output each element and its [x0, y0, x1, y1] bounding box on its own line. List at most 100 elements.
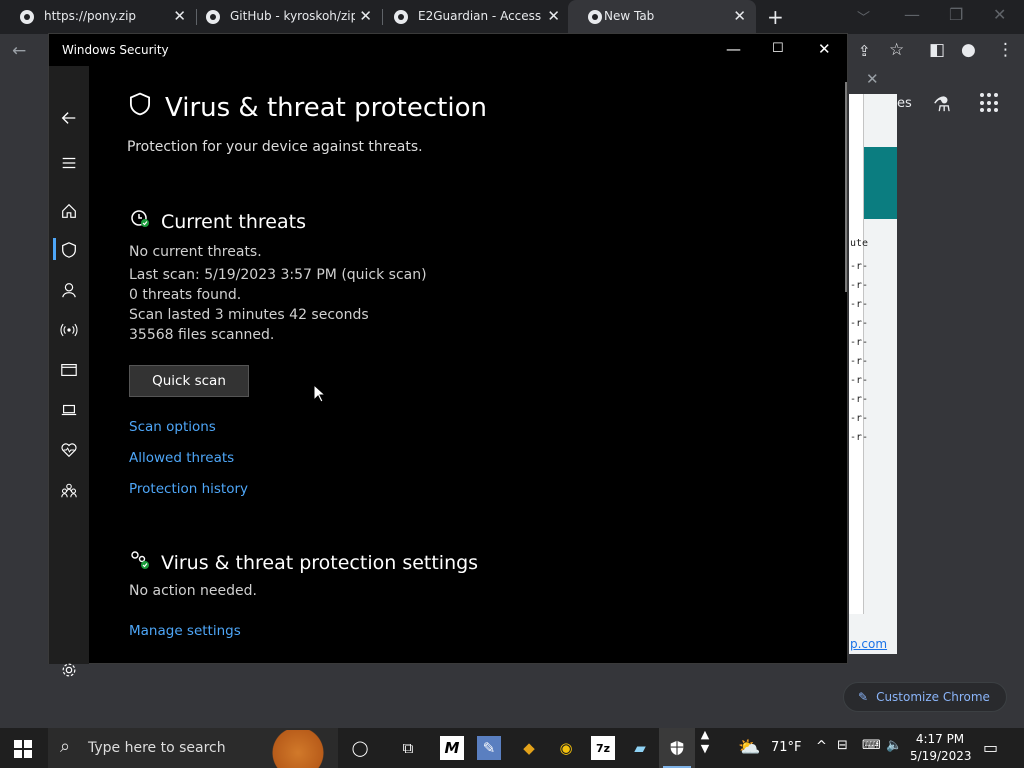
column-header-fragment: ute [850, 238, 869, 249]
row-fragment: -r- [850, 356, 869, 367]
weather-temperature[interactable]: 71°F [771, 740, 802, 755]
task-view-icon[interactable]: ⧉ [396, 736, 420, 760]
shield-icon [670, 740, 684, 756]
hamburger-menu-icon[interactable] [49, 151, 89, 175]
globe-icon [20, 10, 34, 24]
tab-close-icon[interactable]: ✕ [359, 7, 372, 25]
profile-icon[interactable]: ● [961, 40, 976, 60]
row-fragment: -r- [850, 394, 869, 405]
pencil-icon: ✎ [858, 690, 869, 704]
labs-flask-icon[interactable]: ⚗ [933, 92, 951, 116]
quick-scan-button[interactable]: Quick scan [129, 365, 249, 397]
firewall-network-icon[interactable] [49, 318, 89, 342]
home-icon[interactable] [49, 199, 89, 223]
bookmark-star-icon[interactable]: ☆ [889, 40, 904, 60]
vertical-scrollbar[interactable] [845, 82, 847, 292]
input-device-icon[interactable]: ⌨ [862, 738, 881, 753]
allowed-threats-link[interactable]: Allowed threats [129, 450, 234, 466]
customize-chrome-button[interactable]: ✎ Customize Chrome [843, 682, 1007, 712]
close-icon[interactable]: ✕ [818, 40, 831, 58]
shortcut-label-fragment: es [897, 96, 912, 111]
protection-history-link[interactable]: Protection history [129, 481, 248, 497]
back-arrow-icon[interactable]: ← [12, 41, 26, 61]
tab-close-icon[interactable]: ✕ [547, 7, 560, 25]
device-security-laptop-icon[interactable] [49, 398, 89, 422]
archive-app-icon[interactable]: ◆ [517, 736, 541, 760]
row-fragment: -r- [850, 318, 869, 329]
row-fragment: -r- [850, 261, 869, 272]
side-link-fragment[interactable]: p.com [850, 637, 887, 651]
threat-status-text: No current threats. [129, 244, 262, 260]
scan-duration-text: Scan lasted 3 minutes 42 seconds [129, 307, 369, 323]
window-title: Windows Security [62, 43, 169, 57]
settings-status-text: No action needed. [129, 583, 257, 599]
teal-banner [864, 147, 897, 219]
tab-new-tab[interactable]: New Tab ✕ [568, 0, 756, 34]
cortana-circle-icon[interactable]: ◯ [348, 736, 372, 760]
globe-icon [394, 10, 408, 24]
side-panel-icon[interactable]: ◧ [929, 40, 945, 60]
tab-title: https://pony.zip [44, 9, 137, 23]
tab-pony-zip[interactable]: https://pony.zip ✕ [0, 0, 196, 34]
back-arrow-icon[interactable] [49, 106, 89, 130]
chrome-tab-bar: https://pony.zip ✕ GitHub - kyroskoh/zip… [0, 0, 1024, 34]
windows-security-taskbar-button[interactable] [659, 728, 695, 768]
chrome-icon [588, 10, 602, 24]
taskbar-search-box[interactable]: ⌕ Type here to search [48, 728, 338, 768]
menu-kebab-icon[interactable]: ⋮ [997, 40, 1014, 60]
settings-gear-icon[interactable] [49, 658, 89, 682]
search-highlight-illustration [263, 730, 333, 768]
search-icon: ⌕ [60, 736, 71, 757]
chrome-app-icon[interactable]: ◉ [554, 736, 578, 760]
device-health-heart-icon[interactable] [49, 438, 89, 462]
7zip-app-icon[interactable]: 7z [591, 736, 615, 760]
shield-icon[interactable] [49, 238, 89, 262]
weather-sun-cloud-icon[interactable]: ⛅ [738, 737, 760, 758]
show-hidden-icons-chevron-icon[interactable]: ^ [816, 739, 827, 754]
clock-time: 4:17 PM [915, 732, 965, 746]
notepad-app-icon[interactable]: ▰ [628, 736, 652, 760]
github-icon [206, 10, 220, 24]
tab-close-icon[interactable]: ✕ [173, 7, 186, 25]
file-list-strip [849, 94, 864, 614]
volume-muted-icon[interactable]: 🔈 [886, 738, 902, 753]
files-scanned-text: 35568 files scanned. [129, 327, 275, 343]
restore-icon[interactable]: ❐ [949, 5, 963, 24]
search-placeholder: Type here to search [88, 740, 226, 756]
network-icon[interactable]: ⊟ [837, 738, 848, 753]
close-icon[interactable]: ✕ [993, 5, 1006, 24]
scan-options-link[interactable]: Scan options [129, 419, 216, 435]
taskbar-scroll-arrows-icon[interactable]: ▲ ▼ [695, 728, 715, 755]
minimize-icon[interactable]: — [726, 40, 741, 58]
windows-start-icon[interactable] [14, 740, 32, 758]
tab-e2guardian[interactable]: E2Guardian - Access De ✕ [374, 0, 570, 34]
apps-grid-icon[interactable] [980, 93, 1000, 113]
notification-center-icon[interactable]: ▭ [983, 738, 998, 757]
family-options-icon[interactable] [49, 479, 89, 503]
manage-settings-link[interactable]: Manage settings [129, 623, 241, 639]
windows-taskbar: ⌕ Type here to search ◯ ⧉ M ✎ ◆ ◉ 7z ▰ ▲… [0, 728, 1024, 768]
share-icon[interactable]: ⇪ [858, 42, 871, 60]
tab-close-icon[interactable]: ✕ [733, 7, 746, 25]
current-threats-title: Current threats [161, 210, 306, 233]
clock-date: 5/19/2023 [910, 749, 972, 763]
app-browser-control-icon[interactable] [49, 358, 89, 382]
taskbar-clock[interactable]: 4:17 PM 5/19/2023 [910, 731, 972, 765]
new-tab-plus-icon[interactable]: + [767, 5, 784, 29]
current-threats-heading: Current threats [129, 208, 306, 235]
paint-app-icon[interactable]: ✎ [477, 736, 501, 760]
minimize-icon[interactable]: — [904, 5, 920, 24]
row-fragment: -r- [850, 413, 869, 424]
m-app-icon[interactable]: M [440, 736, 464, 760]
page-title: Virus & threat protection [127, 91, 487, 124]
tab-search-chevron-icon[interactable]: ﹀ [857, 7, 870, 26]
account-person-icon[interactable] [49, 278, 89, 302]
tab-title: GitHub - kyroskoh/zip [230, 9, 355, 23]
row-fragment: -r- [850, 432, 869, 443]
maximize-icon[interactable]: ☐ [772, 41, 784, 56]
row-fragment: -r- [850, 299, 869, 310]
tab-title: E2Guardian - Access De [418, 9, 543, 23]
row-fragment: -r- [850, 280, 869, 291]
popup-close-icon[interactable]: ✕ [866, 70, 879, 88]
tab-github[interactable]: GitHub - kyroskoh/zip ✕ [186, 0, 382, 34]
